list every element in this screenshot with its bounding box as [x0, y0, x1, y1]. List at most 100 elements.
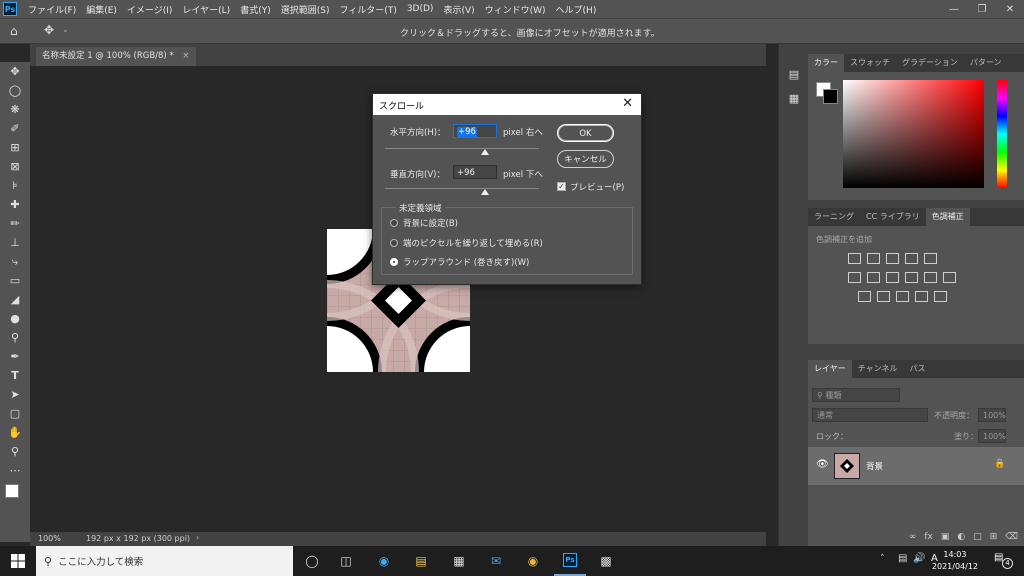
- cortana-icon[interactable]: ◯: [296, 546, 328, 576]
- radio-repeat-edge[interactable]: [390, 239, 398, 247]
- exposure-icon[interactable]: [905, 253, 918, 264]
- dialog-close-icon[interactable]: ✕: [622, 96, 633, 111]
- gradient-icon[interactable]: ◢: [0, 290, 30, 309]
- curves-icon[interactable]: [886, 253, 899, 264]
- tab-channels[interactable]: チャンネル: [852, 360, 904, 378]
- move-icon[interactable]: ✥: [0, 62, 30, 81]
- tab-learn[interactable]: ラーニング: [808, 208, 860, 226]
- rectangle-icon[interactable]: ▢: [0, 404, 30, 423]
- brightness-icon[interactable]: [848, 253, 861, 264]
- menu-type[interactable]: 書式(Y): [235, 3, 276, 16]
- history-brush-icon[interactable]: ⤷: [0, 252, 30, 271]
- tab-patterns[interactable]: パターン: [964, 54, 1008, 72]
- menu-edit[interactable]: 編集(E): [81, 3, 122, 16]
- frame-icon[interactable]: ⊠: [0, 157, 30, 176]
- color-lookup-icon[interactable]: [943, 272, 956, 283]
- menu-window[interactable]: ウィンドウ(W): [480, 3, 551, 16]
- history-panel-icon[interactable]: ▤: [779, 62, 809, 86]
- vibrance-icon[interactable]: [924, 253, 937, 264]
- hue-saturation-icon[interactable]: [848, 272, 861, 283]
- crop-icon[interactable]: ⊞: [0, 138, 30, 157]
- threshold-icon[interactable]: [896, 291, 909, 302]
- zoom-level[interactable]: 100%: [38, 534, 61, 543]
- radio-set-background[interactable]: [390, 219, 398, 227]
- color-balance-icon[interactable]: [867, 272, 880, 283]
- blur-icon[interactable]: ●: [0, 309, 30, 328]
- gradient-map-icon[interactable]: [915, 291, 928, 302]
- taskbar-search-box[interactable]: ⚲ ここに入力して検索: [36, 546, 293, 576]
- horizontal-offset-input[interactable]: +96: [453, 124, 497, 138]
- tray-chevron-icon[interactable]: ˄: [880, 554, 885, 564]
- menu-help[interactable]: ヘルプ(H): [551, 3, 602, 16]
- layer-kind-filter[interactable]: ⚲ 種類: [812, 388, 900, 402]
- move-tool-icon[interactable]: ✥: [44, 23, 54, 37]
- dodge-icon[interactable]: ⚲: [0, 328, 30, 347]
- menu-view[interactable]: 表示(V): [438, 3, 479, 16]
- home-icon[interactable]: ⌂: [10, 24, 18, 38]
- lasso-icon[interactable]: ❋: [0, 100, 30, 119]
- background-swatch[interactable]: [823, 89, 838, 104]
- option-repeat-edge[interactable]: 端のピクセルを繰り返して埋める(R): [403, 237, 543, 249]
- selective-color-icon[interactable]: [934, 291, 947, 302]
- opacity-field[interactable]: 100%: [978, 408, 1006, 422]
- chrome-icon[interactable]: ◉: [517, 546, 549, 576]
- mask-icon[interactable]: ▣: [941, 532, 950, 542]
- trash-icon[interactable]: ⌫: [1005, 532, 1018, 542]
- invert-icon[interactable]: [858, 291, 871, 302]
- link-icon[interactable]: ∞: [909, 532, 917, 542]
- windows-start-button[interactable]: [0, 546, 36, 576]
- horizontal-slider-thumb[interactable]: [481, 149, 489, 155]
- vertical-offset-input[interactable]: +96: [453, 165, 497, 179]
- hand-icon[interactable]: ✋: [0, 423, 30, 442]
- option-set-background[interactable]: 背景に設定(B): [403, 217, 458, 229]
- layer-row-background[interactable]: 👁 背景 🔒: [808, 447, 1024, 485]
- photo-filter-icon[interactable]: [905, 272, 918, 283]
- task-view-icon[interactable]: ◫: [330, 546, 362, 576]
- blend-mode-select[interactable]: 通常: [812, 408, 928, 422]
- visibility-eye-icon[interactable]: 👁: [816, 459, 829, 470]
- hue-slider[interactable]: [997, 80, 1007, 188]
- tab-adjustments[interactable]: 色調補正: [925, 208, 970, 226]
- close-tab-icon[interactable]: ×: [182, 51, 189, 61]
- color-swatches[interactable]: [0, 480, 30, 508]
- file-explorer-icon[interactable]: ▤: [405, 546, 437, 576]
- menu-3d[interactable]: 3D(D): [402, 4, 439, 14]
- adjustment-layer-icon[interactable]: ◐: [957, 532, 965, 542]
- fill-field[interactable]: 100%: [978, 429, 1006, 443]
- levels-icon[interactable]: [867, 253, 880, 264]
- pen-icon[interactable]: ✒: [0, 347, 30, 366]
- type-icon[interactable]: T: [0, 366, 30, 385]
- menu-file[interactable]: ファイル(F): [23, 3, 81, 16]
- foreground-color[interactable]: [5, 484, 19, 498]
- dialog-titlebar[interactable]: スクロール ✕: [373, 94, 641, 115]
- lock-icon[interactable]: 🔒: [994, 459, 1005, 469]
- document-tab[interactable]: 名称未設定 1 @ 100% (RGB/8) * ×: [36, 47, 196, 66]
- tab-swatches[interactable]: スウォッチ: [844, 54, 896, 72]
- eyedropper-icon[interactable]: ⊧: [0, 176, 30, 195]
- tab-paths[interactable]: パス: [904, 360, 932, 378]
- store-icon[interactable]: ▦: [443, 546, 475, 576]
- preview-checkbox[interactable]: ✓: [557, 182, 566, 191]
- option-wrap-around[interactable]: ラップアラウンド (巻き戻す)(W): [403, 256, 529, 268]
- clone-stamp-icon[interactable]: ⊥: [0, 233, 30, 252]
- zoom-icon[interactable]: ⚲: [0, 442, 30, 461]
- menu-filter[interactable]: フィルター(T): [334, 3, 401, 16]
- chevron-down-icon[interactable]: ⌄: [62, 25, 69, 34]
- new-layer-icon[interactable]: ⊞: [990, 532, 998, 542]
- vertical-slider-track[interactable]: [385, 188, 539, 189]
- notification-center-icon[interactable]: ▤ 4: [994, 552, 1013, 569]
- layer-name[interactable]: 背景: [866, 460, 883, 472]
- edge-icon[interactable]: ◉: [368, 546, 400, 576]
- quick-select-icon[interactable]: ✐: [0, 119, 30, 138]
- vertical-slider-thumb[interactable]: [481, 189, 489, 195]
- tab-gradients[interactable]: グラデーション: [896, 54, 964, 72]
- black-white-icon[interactable]: [886, 272, 899, 283]
- close-icon[interactable]: ✕: [996, 0, 1024, 18]
- brush-icon[interactable]: ✏: [0, 214, 30, 233]
- tab-cc-libraries[interactable]: CC ライブラリ: [860, 208, 926, 226]
- mail-icon[interactable]: ✉: [480, 546, 512, 576]
- marquee-icon[interactable]: ◯: [0, 81, 30, 100]
- horizontal-slider-track[interactable]: [385, 148, 539, 149]
- network-icon[interactable]: ▤: [898, 553, 907, 564]
- menu-select[interactable]: 選択範囲(S): [276, 3, 335, 16]
